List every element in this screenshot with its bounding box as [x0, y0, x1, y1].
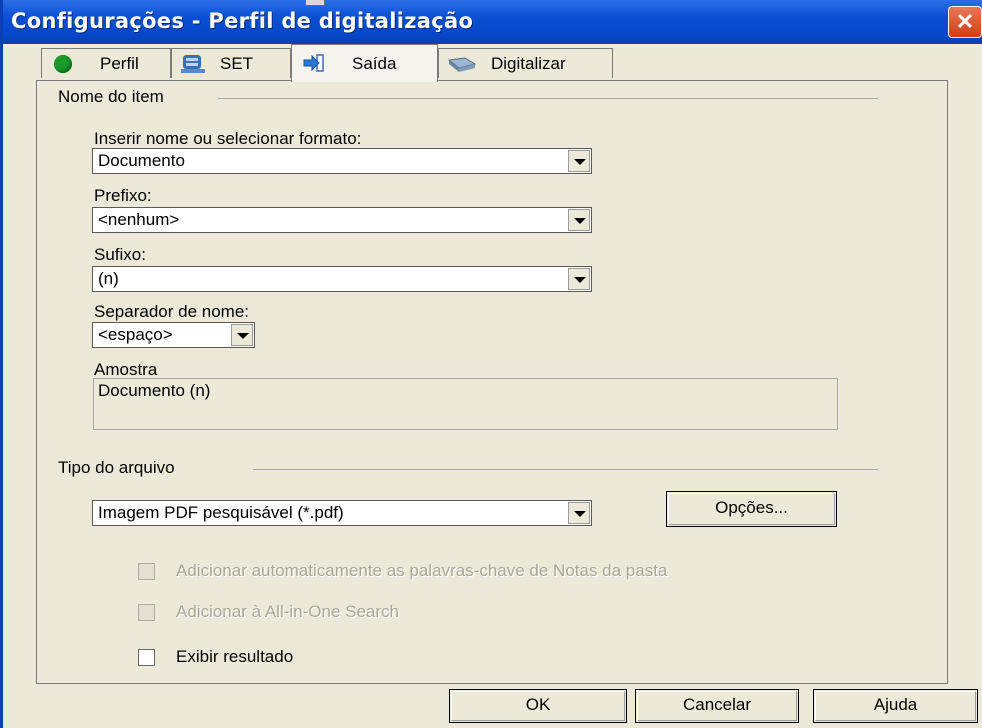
format-value: Documento [98, 151, 185, 170]
chevron-down-icon [574, 159, 586, 165]
tab-saida-label: Saída [352, 54, 397, 73]
suffix-label: Sufixo: [94, 245, 146, 264]
suffix-value: (n) [98, 269, 119, 288]
chevron-down-icon [574, 511, 586, 517]
tab-perfil-label: Perfil [100, 54, 139, 73]
prefix-label: Prefixo: [94, 186, 152, 205]
file-type-group-divider [253, 469, 878, 471]
show-result-label: Exibir resultado [176, 647, 294, 666]
show-result-checkbox[interactable] [138, 649, 155, 666]
format-dropdown-button[interactable] [568, 150, 590, 172]
sample-value: Documento (n) [98, 381, 211, 400]
output-arrow-icon [302, 53, 326, 78]
window-marker [305, 0, 325, 6]
auto-keywords-checkbox[interactable] [138, 563, 155, 580]
green-circle-icon [54, 55, 72, 73]
title-bar[interactable]: Configurações - Perfil de digitalização … [3, 0, 982, 44]
prefix-value: <nenhum> [98, 210, 180, 229]
ok-button-label: OK [525, 695, 551, 714]
window-title: Configurações - Perfil de digitalização [11, 9, 474, 33]
tab-saida[interactable]: Saída [291, 44, 438, 82]
sample-preview: Documento (n) [93, 378, 838, 430]
prefix-dropdown-button[interactable] [568, 209, 590, 231]
prefix-combobox[interactable]: <nenhum> [92, 207, 592, 233]
separator-value: <espaço> [98, 325, 173, 344]
all-in-one-search-checkbox[interactable] [138, 604, 155, 621]
chevron-down-icon [237, 333, 249, 339]
ok-button[interactable]: OK [449, 689, 627, 723]
format-combobox[interactable]: Documento [92, 148, 592, 174]
close-button[interactable]: ✕ [948, 6, 982, 38]
format-label: Inserir nome ou selecionar formato: [94, 129, 362, 148]
tab-digitalizar-label: Digitalizar [491, 54, 566, 73]
options-button-label: Opções... [715, 498, 788, 517]
suffix-combobox[interactable]: (n) [92, 266, 592, 292]
help-button-label: Ajuda [873, 695, 918, 714]
separator-label: Separador de nome: [94, 302, 249, 321]
file-type-value: Imagem PDF pesquisável (*.pdf) [98, 503, 344, 522]
separator-dropdown-button[interactable] [231, 324, 253, 346]
suffix-dropdown-button[interactable] [568, 268, 590, 290]
file-type-dropdown-button[interactable] [568, 502, 590, 524]
tab-perfil[interactable]: Perfil [41, 48, 171, 78]
chevron-down-icon [574, 277, 586, 283]
help-button[interactable]: Ajuda [813, 689, 978, 723]
item-name-group-label: Nome do item [58, 87, 164, 107]
tab-digitalizar[interactable]: Digitalizar [438, 48, 613, 78]
file-type-group-label: Tipo do arquivo [58, 458, 175, 478]
tab-set[interactable]: SET [171, 48, 291, 78]
auto-keywords-label: Adicionar automaticamente as palavras-ch… [176, 561, 668, 580]
item-name-group-divider [218, 98, 878, 100]
set-icon [180, 53, 206, 80]
options-button[interactable]: Opções... [666, 491, 837, 527]
all-in-one-search-label: Adicionar à All-in-One Search [176, 602, 400, 621]
chevron-down-icon [574, 218, 586, 224]
cancel-button[interactable]: Cancelar [635, 689, 799, 723]
file-type-combobox[interactable]: Imagem PDF pesquisável (*.pdf) [92, 500, 592, 526]
settings-dialog: Configurações - Perfil de digitalização … [0, 0, 982, 728]
sample-label: Amostra [94, 360, 158, 379]
scanner-icon [447, 54, 477, 79]
close-icon: ✕ [955, 9, 975, 34]
cancel-button-label: Cancelar [682, 695, 752, 714]
separator-combobox[interactable]: <espaço> [92, 322, 255, 348]
tab-set-label: SET [220, 54, 254, 73]
